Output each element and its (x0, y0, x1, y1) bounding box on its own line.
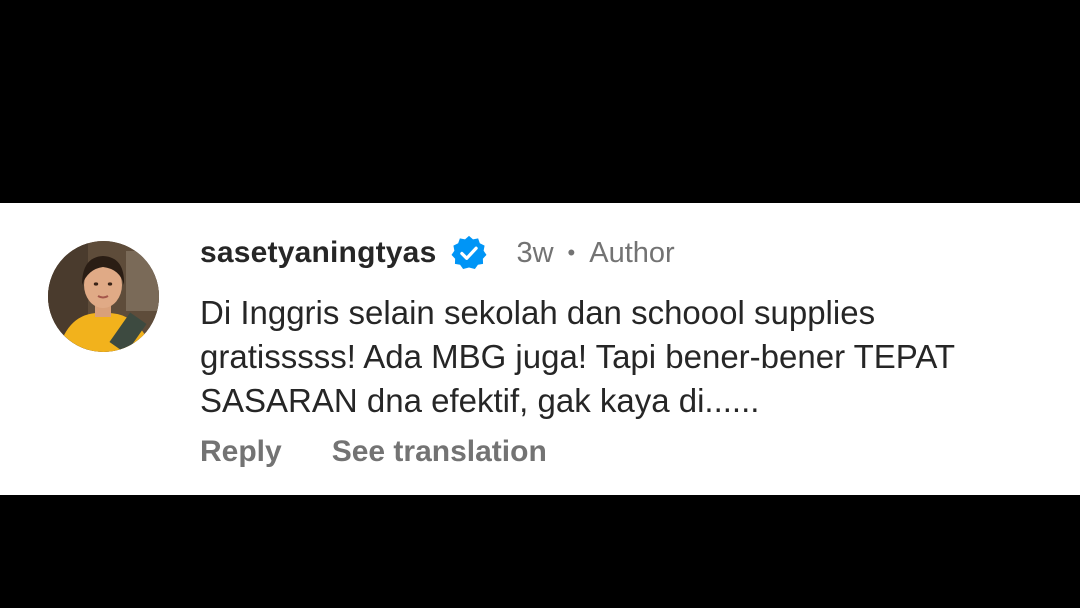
author-label: Author (589, 236, 675, 269)
reply-button[interactable]: Reply (200, 435, 282, 469)
avatar[interactable] (48, 241, 159, 352)
comment-text: Di Inggris selain sekolah dan schoool su… (200, 294, 955, 419)
see-translation-button[interactable]: See translation (332, 435, 547, 469)
verified-badge-icon (450, 234, 488, 272)
comment-actions: Reply See translation (200, 435, 547, 469)
letterbox-bottom (0, 495, 1080, 608)
timestamp: 3w (516, 236, 554, 269)
comment-header: sasetyaningtyas 3w • Author (200, 233, 675, 273)
comment-card: sasetyaningtyas 3w • Author Di Inggris s… (0, 203, 1080, 495)
username[interactable]: sasetyaningtyas (200, 236, 436, 270)
letterbox-top (0, 0, 1080, 203)
separator-dot: • (567, 240, 576, 265)
